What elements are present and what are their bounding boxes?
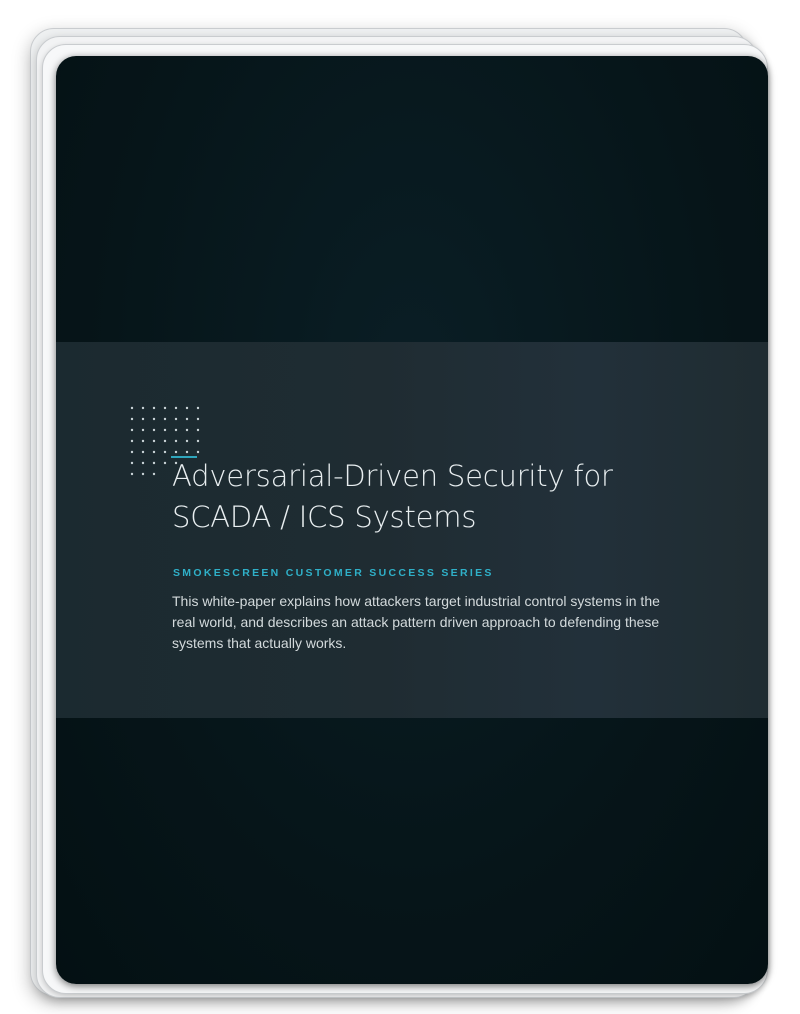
dot (174, 406, 178, 410)
description-line: systems that actually works. (172, 635, 347, 651)
dot (174, 439, 178, 443)
document-mockup: Adversarial-Driven Security for SCADA / … (0, 0, 800, 1014)
dot (196, 417, 200, 421)
dot (141, 406, 145, 410)
dot (174, 450, 178, 454)
dot (130, 450, 134, 454)
dot (130, 461, 134, 465)
dot (163, 450, 167, 454)
title-line: Adversarial-Driven Security for (172, 459, 613, 493)
dot (185, 406, 189, 410)
dot (163, 417, 167, 421)
description-line: real world, and describes an attack patt… (172, 614, 660, 630)
dot (141, 472, 145, 476)
document-title: Adversarial-Driven Security for SCADA / … (172, 456, 732, 538)
dot (174, 428, 178, 432)
dot (196, 439, 200, 443)
dot (163, 439, 167, 443)
dot (152, 406, 156, 410)
dot (130, 472, 134, 476)
series-label: SMOKESCREEN CUSTOMER SUCCESS SERIES (173, 567, 494, 579)
dot (163, 461, 167, 465)
document-description: This white-paper explains how attackers … (172, 591, 712, 654)
dot (185, 428, 189, 432)
dot (163, 406, 167, 410)
dot (130, 417, 134, 421)
dot (152, 472, 156, 476)
dot (152, 461, 156, 465)
dot (141, 428, 145, 432)
dot (152, 417, 156, 421)
dot (152, 439, 156, 443)
dot (196, 406, 200, 410)
dot (141, 417, 145, 421)
document-cover: Adversarial-Driven Security for SCADA / … (56, 56, 768, 984)
title-line: SCADA / ICS Systems (172, 500, 477, 534)
dot (130, 439, 134, 443)
title-band: Adversarial-Driven Security for SCADA / … (56, 342, 768, 718)
dot (141, 461, 145, 465)
dot (130, 428, 134, 432)
dot (196, 450, 200, 454)
dot (185, 439, 189, 443)
dot (141, 450, 145, 454)
dot (185, 450, 189, 454)
dot (174, 417, 178, 421)
dot (152, 450, 156, 454)
dot (196, 428, 200, 432)
dot (163, 428, 167, 432)
dot (152, 428, 156, 432)
dot (141, 439, 145, 443)
dot (185, 417, 189, 421)
description-line: This white-paper explains how attackers … (172, 593, 660, 609)
dot (130, 406, 134, 410)
